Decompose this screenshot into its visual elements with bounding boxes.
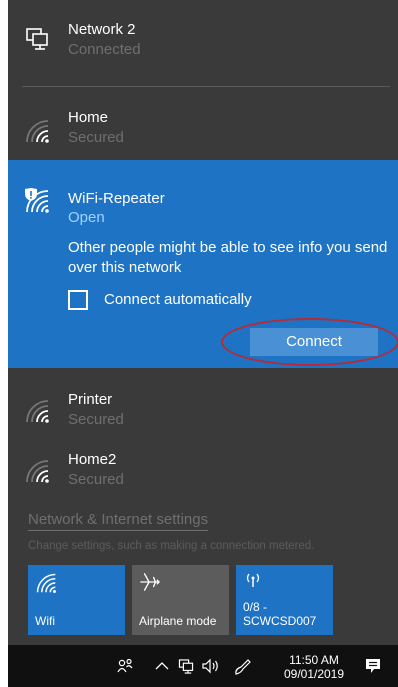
wifi-signal-icon [26,120,49,143]
airplane-mode-quick-action[interactable]: Airplane mode [132,565,229,635]
network-icon [178,658,194,674]
ethernet-icon [26,28,48,50]
notifications-icon [366,659,380,673]
wifi-signal-icon [26,400,49,423]
windows-ink-button[interactable] [230,645,256,687]
taskbar-clock[interactable]: 11:50 AM 09/01/2019 [278,653,350,681]
network-item-home[interactable]: Home Secured [8,100,398,160]
security-warning: Other people might be able to see info y… [68,239,388,276]
network-status: Open [68,209,105,226]
wifi-quick-action[interactable]: Wifi [28,565,125,635]
volume-icon [202,658,218,674]
network-status: Secured [68,411,124,428]
action-center-button[interactable] [360,645,386,687]
wifi-shield-icon [25,188,49,213]
network-settings-link[interactable]: Network & Internet settings [28,511,209,531]
wifi-tile-label: Wifi [35,614,55,628]
network-tray-button[interactable] [174,645,198,687]
mobile-hotspot-quick-action[interactable]: 0/8 - SCWCSD007 [236,565,333,635]
wifi-icon [36,573,56,593]
volume-button[interactable] [198,645,224,687]
network-name: Printer [68,391,113,408]
airplane-tile-label: Airplane mode [139,614,217,628]
connect-automatically-label[interactable]: Connect automatically [104,291,252,308]
network-name: Network 2 [68,21,136,38]
network-item-home2[interactable]: Home2 Secured [8,440,398,500]
chevron-up-icon [155,662,169,670]
airplane-icon [140,573,160,591]
pen-icon [235,659,251,675]
clock-time: 11:50 AM [289,653,339,667]
connect-automatically-checkbox[interactable] [68,290,88,310]
clock-date: 09/01/2019 [283,667,345,681]
network-item-network2[interactable]: Network 2 Connected [8,0,398,86]
people-button[interactable] [113,645,139,687]
network-name: WiFi-Repeater [68,190,165,207]
network-status: Secured [68,129,124,146]
network-name: Home2 [68,451,117,468]
connect-button[interactable]: Connect [250,328,378,356]
taskbar: 11:50 AM 09/01/2019 [8,645,398,687]
network-status: Connected [68,41,141,58]
show-hidden-icons-button[interactable] [151,645,173,687]
settings-description: Change settings, such as making a connec… [28,540,315,552]
people-icon [117,658,133,673]
network-item-wifi-repeater[interactable]: WiFi-Repeater Open Other people might be… [8,160,398,368]
network-item-printer[interactable]: Printer Secured [8,380,398,440]
network-flyout: Network 2 Connected Home Secured WiFi-Re… [8,0,398,645]
network-name: Home [68,109,109,126]
hotspot-icon [246,573,260,587]
wifi-signal-icon [26,460,49,483]
hotspot-tile-label: 0/8 - SCWCSD007 [243,600,317,628]
divider [22,86,390,87]
network-status: Secured [68,471,124,488]
